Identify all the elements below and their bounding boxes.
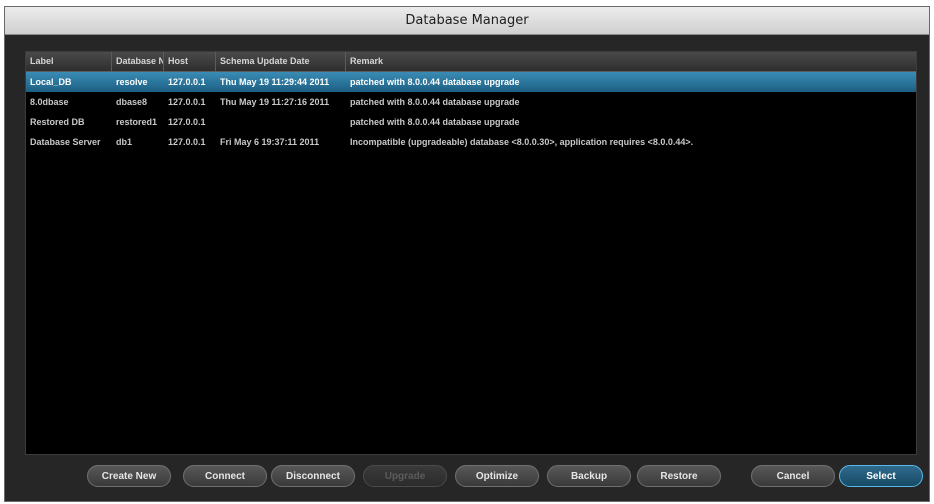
cell-label: Local_DB — [30, 77, 72, 87]
window-title: Database Manager — [405, 13, 529, 28]
cell-database: restored1 — [116, 117, 158, 127]
button-bar: Create New Connect Disconnect Upgrade Op… — [5, 465, 929, 491]
cell-remark: Incompatible (upgradeable) database <8.0… — [350, 137, 694, 147]
upgrade-button[interactable]: Upgrade — [363, 465, 447, 487]
column-header-schema-update-date[interactable]: Schema Update Date — [216, 52, 346, 71]
cell-date: Thu May 19 11:27:16 2011 — [220, 97, 330, 107]
cell-host: 127.0.0.1 — [168, 77, 206, 87]
cell-date: Fri May 6 19:37:11 2011 — [220, 137, 320, 147]
column-header-database[interactable]: Database N — [112, 52, 164, 71]
cell-host: 127.0.0.1 — [168, 117, 206, 127]
restore-button[interactable]: Restore — [637, 465, 721, 487]
create-new-button[interactable]: Create New — [87, 465, 171, 487]
column-header-label[interactable]: Label — [26, 52, 112, 71]
table-row[interactable]: 8.0dbase dbase8 127.0.0.1 Thu May 19 11:… — [26, 92, 916, 112]
cell-host: 127.0.0.1 — [168, 137, 206, 147]
cell-label: 8.0dbase — [30, 97, 69, 107]
table-row[interactable]: Restored DB restored1 127.0.0.1 patched … — [26, 112, 916, 132]
cell-remark: patched with 8.0.0.44 database upgrade — [350, 77, 520, 87]
cell-date: Thu May 19 11:29:44 2011 — [220, 77, 330, 87]
database-table[interactable]: Label Database N Host Schema Update Date… — [25, 51, 917, 455]
column-header-host[interactable]: Host — [164, 52, 216, 71]
cell-database: db1 — [116, 137, 133, 147]
optimize-button[interactable]: Optimize — [455, 465, 539, 487]
connect-button[interactable]: Connect — [183, 465, 267, 487]
cell-date — [216, 112, 346, 132]
cancel-button[interactable]: Cancel — [751, 465, 835, 487]
table-row[interactable]: Database Server db1 127.0.0.1 Fri May 6 … — [26, 132, 916, 152]
select-button[interactable]: Select — [839, 465, 923, 487]
backup-button[interactable]: Backup — [547, 465, 631, 487]
cell-label: Restored DB — [30, 117, 85, 127]
table-header: Label Database N Host Schema Update Date… — [26, 52, 916, 72]
database-manager-window: Database Manager Label Database N Host S… — [4, 6, 930, 502]
cell-host: 127.0.0.1 — [168, 97, 206, 107]
cell-label: Database Server — [30, 137, 101, 147]
cell-database: dbase8 — [116, 97, 148, 107]
cell-remark: patched with 8.0.0.44 database upgrade — [350, 117, 520, 127]
table-row[interactable]: Local_DB resolve 127.0.0.1 Thu May 19 11… — [26, 72, 916, 92]
disconnect-button[interactable]: Disconnect — [271, 465, 355, 487]
cell-database: resolve — [116, 77, 148, 87]
column-header-remark[interactable]: Remark — [346, 52, 916, 71]
cell-remark: patched with 8.0.0.44 database upgrade — [350, 97, 520, 107]
title-bar[interactable]: Database Manager — [5, 7, 929, 35]
